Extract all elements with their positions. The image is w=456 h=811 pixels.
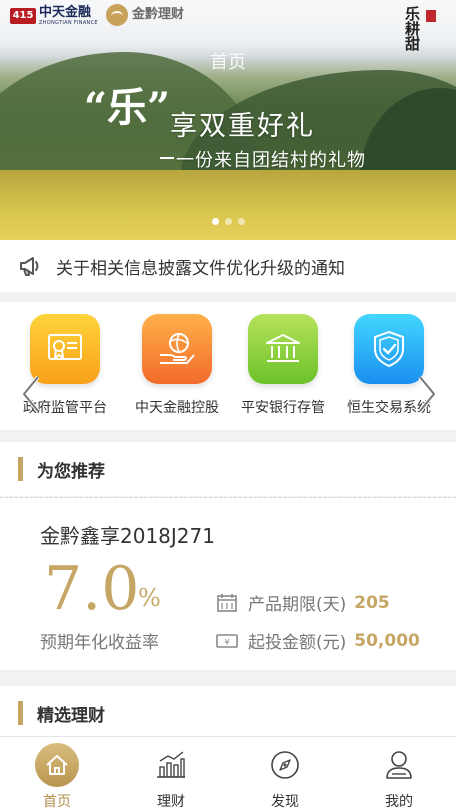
product-min-row: ¥ 起投金额(元) 50,000	[216, 628, 420, 653]
carousel-indicator	[0, 218, 456, 225]
app-page: 415 中天金融 ZHONGTIAN FINANCE 金黔理财 首页 乐耕甜 “…	[0, 0, 456, 811]
tab-label: 发现	[271, 794, 299, 810]
bar-chart-icon	[157, 751, 185, 778]
user-icon	[386, 751, 412, 779]
carousel-dot[interactable]	[237, 218, 245, 225]
qianlicai-logo: 金黔理财	[106, 4, 184, 26]
chevron-right-icon[interactable]	[416, 374, 438, 414]
tab-discover[interactable]: 发现	[228, 737, 342, 811]
quick-entry-bank[interactable]: 平安银行存管	[228, 314, 338, 417]
zhongtian-logo-mark: 415	[10, 8, 36, 24]
recommended-product-card[interactable]: 金黔鑫享2018J271 7.0 % 预期年化收益率 产品期限(天) 205 ¥…	[0, 498, 456, 670]
tab-home[interactable]: 首页	[0, 737, 114, 811]
product-min-value: 50,000	[354, 630, 420, 651]
notice-bar[interactable]: 关于相关信息披露文件优化升级的通知	[0, 240, 456, 292]
section-accent-bar	[18, 701, 23, 725]
product-rate-unit: %	[138, 584, 161, 612]
tab-label: 我的	[385, 794, 413, 810]
brand-stamp-text: 乐耕甜	[403, 6, 421, 51]
carousel-dot[interactable]	[211, 218, 219, 225]
shield-check-icon	[354, 314, 424, 384]
section-title: 为您推荐	[37, 461, 105, 482]
compass-icon	[271, 751, 299, 779]
zhongtian-logo: 415 中天金融 ZHONGTIAN FINANCE	[10, 6, 98, 26]
product-rate-label: 预期年化收益率	[40, 633, 159, 653]
bottom-tab-bar: 首页 理财 发现 我的	[0, 736, 456, 811]
tab-finance[interactable]: 理财	[114, 737, 228, 811]
slogan-sub: 一份来自团结村的礼物	[176, 150, 366, 171]
slogan-main: 享双重好礼	[170, 111, 315, 142]
megaphone-icon	[20, 257, 39, 276]
quick-entry-label: 平安银行存管	[241, 400, 325, 416]
promo-banner[interactable]: 415 中天金融 ZHONGTIAN FINANCE 金黔理财 首页 乐耕甜 “…	[0, 0, 456, 240]
quick-entry-holding[interactable]: 中天金融控股	[122, 314, 232, 417]
section-accent-bar	[18, 457, 23, 481]
product-term-value: 205	[354, 592, 390, 613]
tab-label: 首页	[43, 794, 71, 810]
section-title: 精选理财	[37, 705, 105, 726]
chevron-left-icon[interactable]	[20, 374, 42, 414]
tab-label: 理财	[157, 794, 185, 810]
product-term-row: 产品期限(天) 205	[216, 590, 390, 615]
recommend-section-header: 为您推荐	[0, 442, 456, 496]
calendar-icon	[217, 593, 237, 612]
home-icon	[35, 743, 79, 787]
quick-entry-panel: 政府监管平台 中天金融控股 平安银行存管 恒生交易系统	[0, 302, 456, 430]
hand-globe-icon	[142, 314, 212, 384]
notice-text: 关于相关信息披露文件优化升级的通知	[56, 258, 345, 279]
bank-icon	[248, 314, 318, 384]
product-min-label: 起投金额(元)	[248, 633, 347, 653]
zhongtian-logo-en: ZHONGTIAN FINANCE	[39, 20, 98, 26]
svg-text:¥: ¥	[224, 638, 229, 647]
brand-stamp: 乐耕甜	[403, 6, 444, 86]
seal-icon	[426, 10, 436, 22]
tab-mine[interactable]: 我的	[342, 737, 456, 811]
page-title: 首页	[210, 52, 246, 73]
qianlicai-logo-mark	[106, 4, 128, 26]
carousel-dot[interactable]	[224, 218, 232, 225]
slogan-quote: “乐”	[84, 84, 171, 131]
quick-entry-label: 中天金融控股	[135, 400, 219, 416]
product-term-label: 产品期限(天)	[248, 595, 347, 615]
banknote-icon: ¥	[216, 633, 238, 648]
product-rate: 7.0	[44, 554, 140, 624]
zhongtian-logo-text: 中天金融	[39, 5, 92, 20]
slogan-dash	[160, 157, 174, 159]
selected-section-header: 精选理财	[0, 686, 456, 740]
banner-logo-bar: 415 中天金融 ZHONGTIAN FINANCE 金黔理财	[0, 0, 456, 34]
qianlicai-logo-text: 金黔理财	[132, 7, 185, 22]
product-name: 金黔鑫享2018J271	[40, 524, 215, 548]
banner-field	[0, 170, 456, 240]
